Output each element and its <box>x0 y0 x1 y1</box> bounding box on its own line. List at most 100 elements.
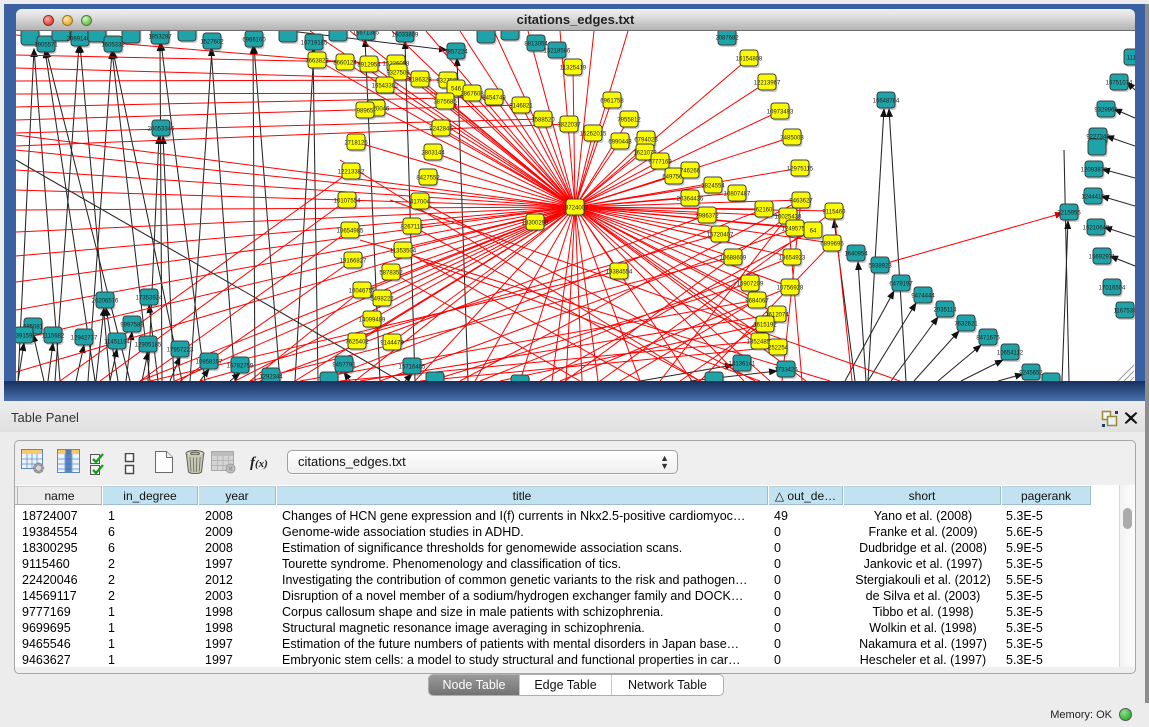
svg-text:6899695: 6899695 <box>820 242 844 248</box>
svg-text:2087682: 2087682 <box>715 36 739 42</box>
svg-text:13654923: 13654923 <box>779 256 806 262</box>
svg-text:9242845: 9242845 <box>429 127 453 133</box>
svg-text:10654112: 10654112 <box>997 351 1024 357</box>
svg-text:6479197: 6479197 <box>889 282 913 288</box>
svg-text:12905185: 12905185 <box>135 343 162 349</box>
svg-text:7632621: 7632621 <box>954 322 978 328</box>
svg-text:9327505: 9327505 <box>386 71 410 77</box>
svg-text:3875685: 3875685 <box>433 100 457 106</box>
svg-text:16543382: 16543382 <box>372 84 399 90</box>
svg-text:8186328: 8186328 <box>408 78 432 84</box>
svg-text:9115460: 9115460 <box>823 210 847 216</box>
svg-text:16262015: 16262015 <box>580 132 607 138</box>
svg-text:6966160: 6966160 <box>242 38 266 44</box>
svg-text:5938923: 5938923 <box>868 264 892 270</box>
svg-text:1640954: 1640954 <box>844 252 868 258</box>
svg-text:10973493: 10973493 <box>767 110 794 116</box>
svg-text:1905571: 1905571 <box>34 43 58 49</box>
svg-text:15692971: 15692971 <box>1089 255 1116 261</box>
svg-text:8471676: 8471676 <box>976 336 1000 342</box>
svg-text:15720407: 15720407 <box>707 233 734 239</box>
svg-text:17016504: 17016504 <box>1099 286 1126 292</box>
svg-text:18724007: 18724007 <box>562 206 589 212</box>
svg-text:1527602: 1527602 <box>200 40 224 46</box>
svg-text:7625402: 7625402 <box>345 340 369 346</box>
svg-text:15218586: 15218586 <box>544 49 571 55</box>
svg-text:64: 64 <box>810 229 817 235</box>
svg-text:20053346: 20053346 <box>148 127 175 133</box>
svg-text:1244415: 1244415 <box>1081 195 1105 201</box>
svg-text:16671385: 16671385 <box>353 31 380 37</box>
svg-text:1167534: 1167534 <box>1114 309 1135 315</box>
svg-text:1292344: 1292344 <box>259 375 283 381</box>
svg-text:18300295: 18300295 <box>522 221 549 227</box>
svg-text:12213382: 12213382 <box>338 170 365 176</box>
svg-text:1733426: 1733426 <box>774 368 798 374</box>
svg-text:10756928: 10756928 <box>777 286 804 292</box>
svg-text:16154808: 16154808 <box>736 57 763 63</box>
svg-text:20364436: 20364436 <box>677 197 704 203</box>
svg-text:17353924: 17353924 <box>136 296 163 302</box>
svg-text:7663822: 7663822 <box>305 59 329 65</box>
svg-text:3824554: 3824554 <box>701 184 725 190</box>
svg-text:10807487: 10807487 <box>724 192 751 198</box>
svg-text:9144479: 9144479 <box>380 341 404 347</box>
svg-text:14099489: 14099489 <box>359 318 386 324</box>
svg-text:11325419: 11325419 <box>560 66 587 72</box>
svg-text:3215955: 3215955 <box>1057 211 1081 217</box>
svg-text:10688609: 10688609 <box>720 256 747 262</box>
svg-text:9684067: 9684067 <box>745 299 769 305</box>
svg-text:6990443: 6990443 <box>608 140 632 146</box>
svg-text:17957223: 17957223 <box>167 348 194 354</box>
svg-text:20206576: 20206576 <box>92 299 119 305</box>
svg-text:10107554: 10107554 <box>334 199 361 205</box>
svg-text:7955812: 7955812 <box>617 118 641 124</box>
svg-text:9245652: 9245652 <box>1019 371 1043 377</box>
svg-text:11451194: 11451194 <box>104 340 130 346</box>
svg-text:6961758: 6961758 <box>600 99 624 105</box>
svg-text:417004: 417004 <box>410 200 431 206</box>
svg-text:2867608: 2867608 <box>460 92 484 98</box>
svg-text:1112: 1112 <box>1127 56 1135 62</box>
svg-text:19384554: 19384554 <box>606 270 633 276</box>
svg-text:16782759: 16782759 <box>227 364 254 370</box>
svg-text:16033809: 16033809 <box>392 33 419 39</box>
svg-text:9457791: 9457791 <box>332 363 356 369</box>
svg-text:16210643: 16210643 <box>1083 226 1110 232</box>
svg-text:5498222: 5498222 <box>370 297 394 303</box>
svg-text:10654985: 10654985 <box>337 229 364 235</box>
svg-text:39159: 39159 <box>16 334 33 340</box>
svg-text:8912954: 8912954 <box>357 63 381 69</box>
svg-text:10719185: 10719185 <box>301 41 328 47</box>
svg-text:1588520: 1588520 <box>531 118 555 124</box>
svg-text:12093872: 12093872 <box>1081 168 1108 174</box>
svg-text:15716485: 15716485 <box>399 365 426 371</box>
svg-text:15907209: 15907209 <box>737 282 764 288</box>
svg-text:8660124: 8660124 <box>333 61 357 67</box>
svg-text:8813054: 8813054 <box>524 42 548 48</box>
svg-text:2935114: 2935114 <box>934 308 958 314</box>
svg-text:98965: 98965 <box>357 109 374 115</box>
svg-text:2803144: 2803144 <box>421 151 445 157</box>
svg-text:746266: 746266 <box>680 169 701 175</box>
svg-text:12942737: 12942737 <box>71 336 98 342</box>
svg-text:1615192: 1615192 <box>753 323 777 329</box>
svg-text:7986372: 7986372 <box>695 214 719 220</box>
svg-text:252254: 252254 <box>768 346 789 352</box>
svg-text:7485003: 7485003 <box>780 136 804 142</box>
svg-text:11353504: 11353504 <box>390 249 417 255</box>
svg-text:5878352: 5878352 <box>379 271 403 277</box>
svg-text:16648784: 16648784 <box>873 99 900 105</box>
svg-text:15751074: 15751074 <box>1106 81 1133 87</box>
svg-text:12975115: 12975115 <box>787 167 814 173</box>
svg-text:62160: 62160 <box>756 208 773 214</box>
svg-text:9777169: 9777169 <box>648 160 672 166</box>
svg-text:9146821: 9146821 <box>509 104 533 110</box>
svg-text:6794028: 6794028 <box>634 138 658 144</box>
svg-text:8427552: 8427552 <box>416 176 440 182</box>
svg-text:2718126: 2718126 <box>344 141 368 147</box>
svg-text:9474444: 9474444 <box>911 294 935 300</box>
svg-text:3822037: 3822037 <box>557 123 581 129</box>
svg-text:9463627: 9463627 <box>789 199 813 205</box>
svg-text:10958107: 10958107 <box>196 360 223 366</box>
